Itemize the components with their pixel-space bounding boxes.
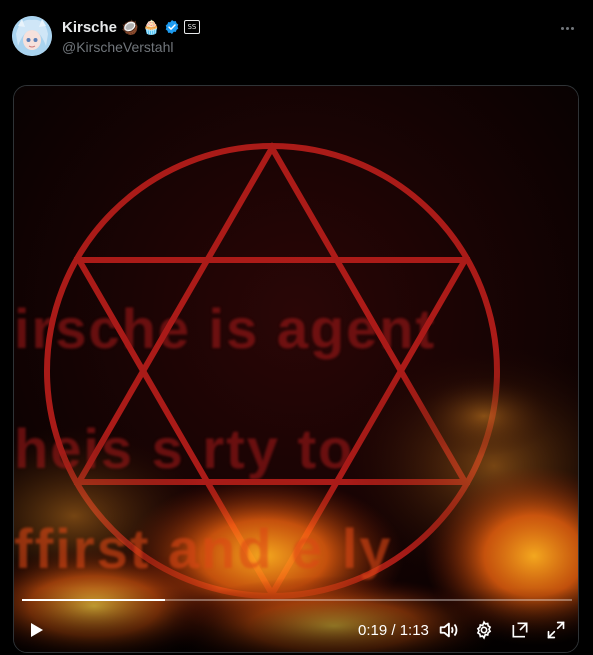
verified-badge-icon[interactable] <box>164 19 180 35</box>
picture-in-picture-icon[interactable] <box>508 618 532 642</box>
avatar[interactable] <box>12 16 52 56</box>
cupcake-emoji: 🧁 <box>142 19 160 35</box>
video-caption-line-3: ffirst and e ly <box>14 517 393 580</box>
affiliate-badge[interactable]: SS <box>183 20 200 34</box>
fullscreen-icon[interactable] <box>544 618 568 642</box>
more-options-icon[interactable] <box>557 18 577 38</box>
video-caption-line-2: heis s rty to <box>14 417 355 480</box>
display-name[interactable]: Kirsche <box>62 19 117 36</box>
play-icon[interactable] <box>24 618 48 642</box>
video-controls: 0:19 / 1:13 <box>14 588 578 652</box>
video-player[interactable]: irsche is agent heis s rty to ffirst and… <box>13 85 579 653</box>
volume-icon[interactable] <box>436 618 460 642</box>
video-time: 0:19 / 1:13 <box>358 622 429 639</box>
video-caption-line-1: irsche is agent <box>14 297 437 360</box>
progress-fill <box>22 599 165 601</box>
progress-bar[interactable] <box>22 599 572 601</box>
tweet-header: Kirsche 🥥 🧁 SS @KirscheVerstahl <box>0 0 593 80</box>
coconut-emoji: 🥥 <box>121 19 139 35</box>
user-handle[interactable]: @KirscheVerstahl <box>62 39 173 55</box>
settings-gear-icon[interactable] <box>472 618 496 642</box>
